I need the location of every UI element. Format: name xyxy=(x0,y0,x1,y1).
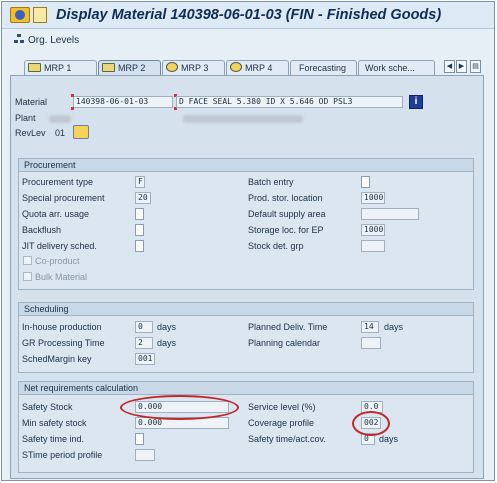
plant-value-redacted xyxy=(49,115,71,123)
backflush-field[interactable] xyxy=(135,224,144,236)
net-requirements-group: Net requirements calculation Safety Stoc… xyxy=(18,381,474,473)
default-supply-area-label: Default supply area xyxy=(248,209,326,219)
plant-description-redacted xyxy=(183,115,303,123)
planning-calendar-label: Planning calendar xyxy=(248,338,321,348)
backflush-label: Backflush xyxy=(22,225,62,235)
hierarchy-icon xyxy=(14,34,25,44)
safety-time-label: Safety time/act.cov. xyxy=(248,434,326,444)
inhouse-production-unit: days xyxy=(157,322,177,332)
jit-delivery-label: JIT delivery sched. xyxy=(22,241,97,251)
prod-stor-location-label: Prod. stor. location xyxy=(248,193,323,203)
gr-processing-time-unit: days xyxy=(157,338,177,348)
scheduling-title: Scheduling xyxy=(19,303,473,316)
stock-det-grp-label: Stock det. grp xyxy=(248,241,304,251)
coverage-profile-label: Coverage profile xyxy=(248,418,315,428)
material-field[interactable]: 140398-06-01-03 xyxy=(73,96,173,108)
tabstrip: MRP 1 MRP 2 MRP 3 MRP 4 Forecasting Work… xyxy=(12,59,492,76)
scheduling-group: Scheduling In-house production 0 days GR… xyxy=(18,302,474,373)
gr-processing-time-field[interactable]: 2 xyxy=(135,337,153,349)
material-label: Material xyxy=(15,97,48,107)
procurement-type-field[interactable]: F xyxy=(135,176,145,188)
safety-time-ind-field[interactable] xyxy=(135,433,144,445)
safety-time-field[interactable]: 0 xyxy=(361,433,375,445)
gr-processing-time-label: GR Processing Time xyxy=(22,338,105,348)
tab-forecasting[interactable]: Forecasting xyxy=(290,60,357,76)
stime-period-profile-label: STime period profile xyxy=(22,450,103,460)
mrp-icon xyxy=(28,63,41,72)
bulk-material-label: Bulk Material xyxy=(35,272,88,282)
title-bar: Display Material 140398-06-01-03 (FIN - … xyxy=(2,2,494,29)
info-icon[interactable]: i xyxy=(409,95,423,109)
co-product-checkbox[interactable] xyxy=(23,256,32,265)
revlev-label: RevLev xyxy=(15,128,46,138)
safety-time-ind-label: Safety time ind. xyxy=(22,434,85,444)
special-procurement-label: Special procurement xyxy=(22,193,105,203)
material-description-field[interactable]: D FACE SEAL 5.380 ID X 5.646 OD PSL3 xyxy=(176,96,403,108)
stock-det-grp-field[interactable] xyxy=(361,240,385,252)
revlev-value: 01 xyxy=(55,128,66,138)
planned-deliv-time-field[interactable]: 14 xyxy=(361,321,379,333)
tab-mrp-4[interactable]: MRP 4 xyxy=(226,60,289,76)
service-level-field[interactable]: 0.0 xyxy=(361,401,383,413)
tab-page-mrp-2: Material 140398-06-01-03 D FACE SEAL 5.3… xyxy=(10,75,484,479)
planning-calendar-field[interactable] xyxy=(361,337,381,349)
tab-scroll-right-button[interactable]: ▶ xyxy=(456,60,467,73)
application-toolbar: Org. Levels xyxy=(2,30,494,50)
safety-stock-label: Safety Stock xyxy=(22,402,73,412)
procurement-group: Procurement Procurement type F Special p… xyxy=(18,158,474,290)
bulk-material-checkbox[interactable] xyxy=(23,272,32,281)
net-requirements-title: Net requirements calculation xyxy=(19,382,473,395)
sap-app-icon xyxy=(10,7,30,23)
jit-delivery-field[interactable] xyxy=(135,240,144,252)
revision-level-icon[interactable] xyxy=(73,125,89,139)
document-icon xyxy=(33,7,47,23)
storage-loc-ep-label: Storage loc. for EP xyxy=(248,225,324,235)
coverage-profile-field[interactable]: 002 xyxy=(361,417,381,429)
schedmargin-key-field[interactable]: 001 xyxy=(135,353,155,365)
schedmargin-key-label: SchedMargin key xyxy=(22,354,92,364)
inhouse-production-field[interactable]: 0 xyxy=(135,321,153,333)
safety-stock-field[interactable]: 0.000 xyxy=(135,401,229,413)
tab-mrp-3[interactable]: MRP 3 xyxy=(162,60,225,76)
quota-arr-usage-field[interactable] xyxy=(135,208,144,220)
tab-scroll-left-button[interactable]: ◀ xyxy=(444,60,455,73)
tab-list-button[interactable]: ▤ xyxy=(470,60,481,73)
special-procurement-field[interactable]: 20 xyxy=(135,192,151,204)
procurement-type-label: Procurement type xyxy=(22,177,94,187)
tab-mrp-2[interactable]: MRP 2 xyxy=(98,60,161,76)
stime-period-profile-field[interactable] xyxy=(135,449,155,461)
batch-entry-label: Batch entry xyxy=(248,177,294,187)
mrp-icon xyxy=(102,63,115,72)
quota-arr-usage-label: Quota arr. usage xyxy=(22,209,90,219)
co-product-label: Co-product xyxy=(35,256,80,266)
tab-mrp-1[interactable]: MRP 1 xyxy=(24,60,97,76)
storage-loc-ep-field[interactable]: 1000 xyxy=(361,224,385,236)
tab-work-scheduling[interactable]: Work sche... xyxy=(358,60,435,76)
plant-label: Plant xyxy=(15,113,36,123)
procurement-title: Procurement xyxy=(19,159,473,172)
safety-time-unit: days xyxy=(379,434,399,444)
org-levels-button[interactable]: Org. Levels xyxy=(14,34,79,46)
sap-window: Display Material 140398-06-01-03 (FIN - … xyxy=(1,1,495,481)
org-levels-label: Org. Levels xyxy=(28,35,80,46)
window-title: Display Material 140398-06-01-03 (FIN - … xyxy=(56,7,442,23)
inhouse-production-label: In-house production xyxy=(22,322,102,332)
default-supply-area-field[interactable] xyxy=(361,208,419,220)
planned-deliv-time-label: Planned Deliv. Time xyxy=(248,322,328,332)
service-level-label: Service level (%) xyxy=(248,402,316,412)
prod-stor-location-field[interactable]: 1000 xyxy=(361,192,385,204)
min-safety-stock-label: Min safety stock xyxy=(22,418,87,428)
planned-deliv-time-unit: days xyxy=(384,322,404,332)
mrp-round-icon xyxy=(230,62,242,72)
min-safety-stock-field[interactable]: 0.000 xyxy=(135,417,229,429)
batch-entry-field[interactable] xyxy=(361,176,370,188)
mrp-round-icon xyxy=(166,62,178,72)
